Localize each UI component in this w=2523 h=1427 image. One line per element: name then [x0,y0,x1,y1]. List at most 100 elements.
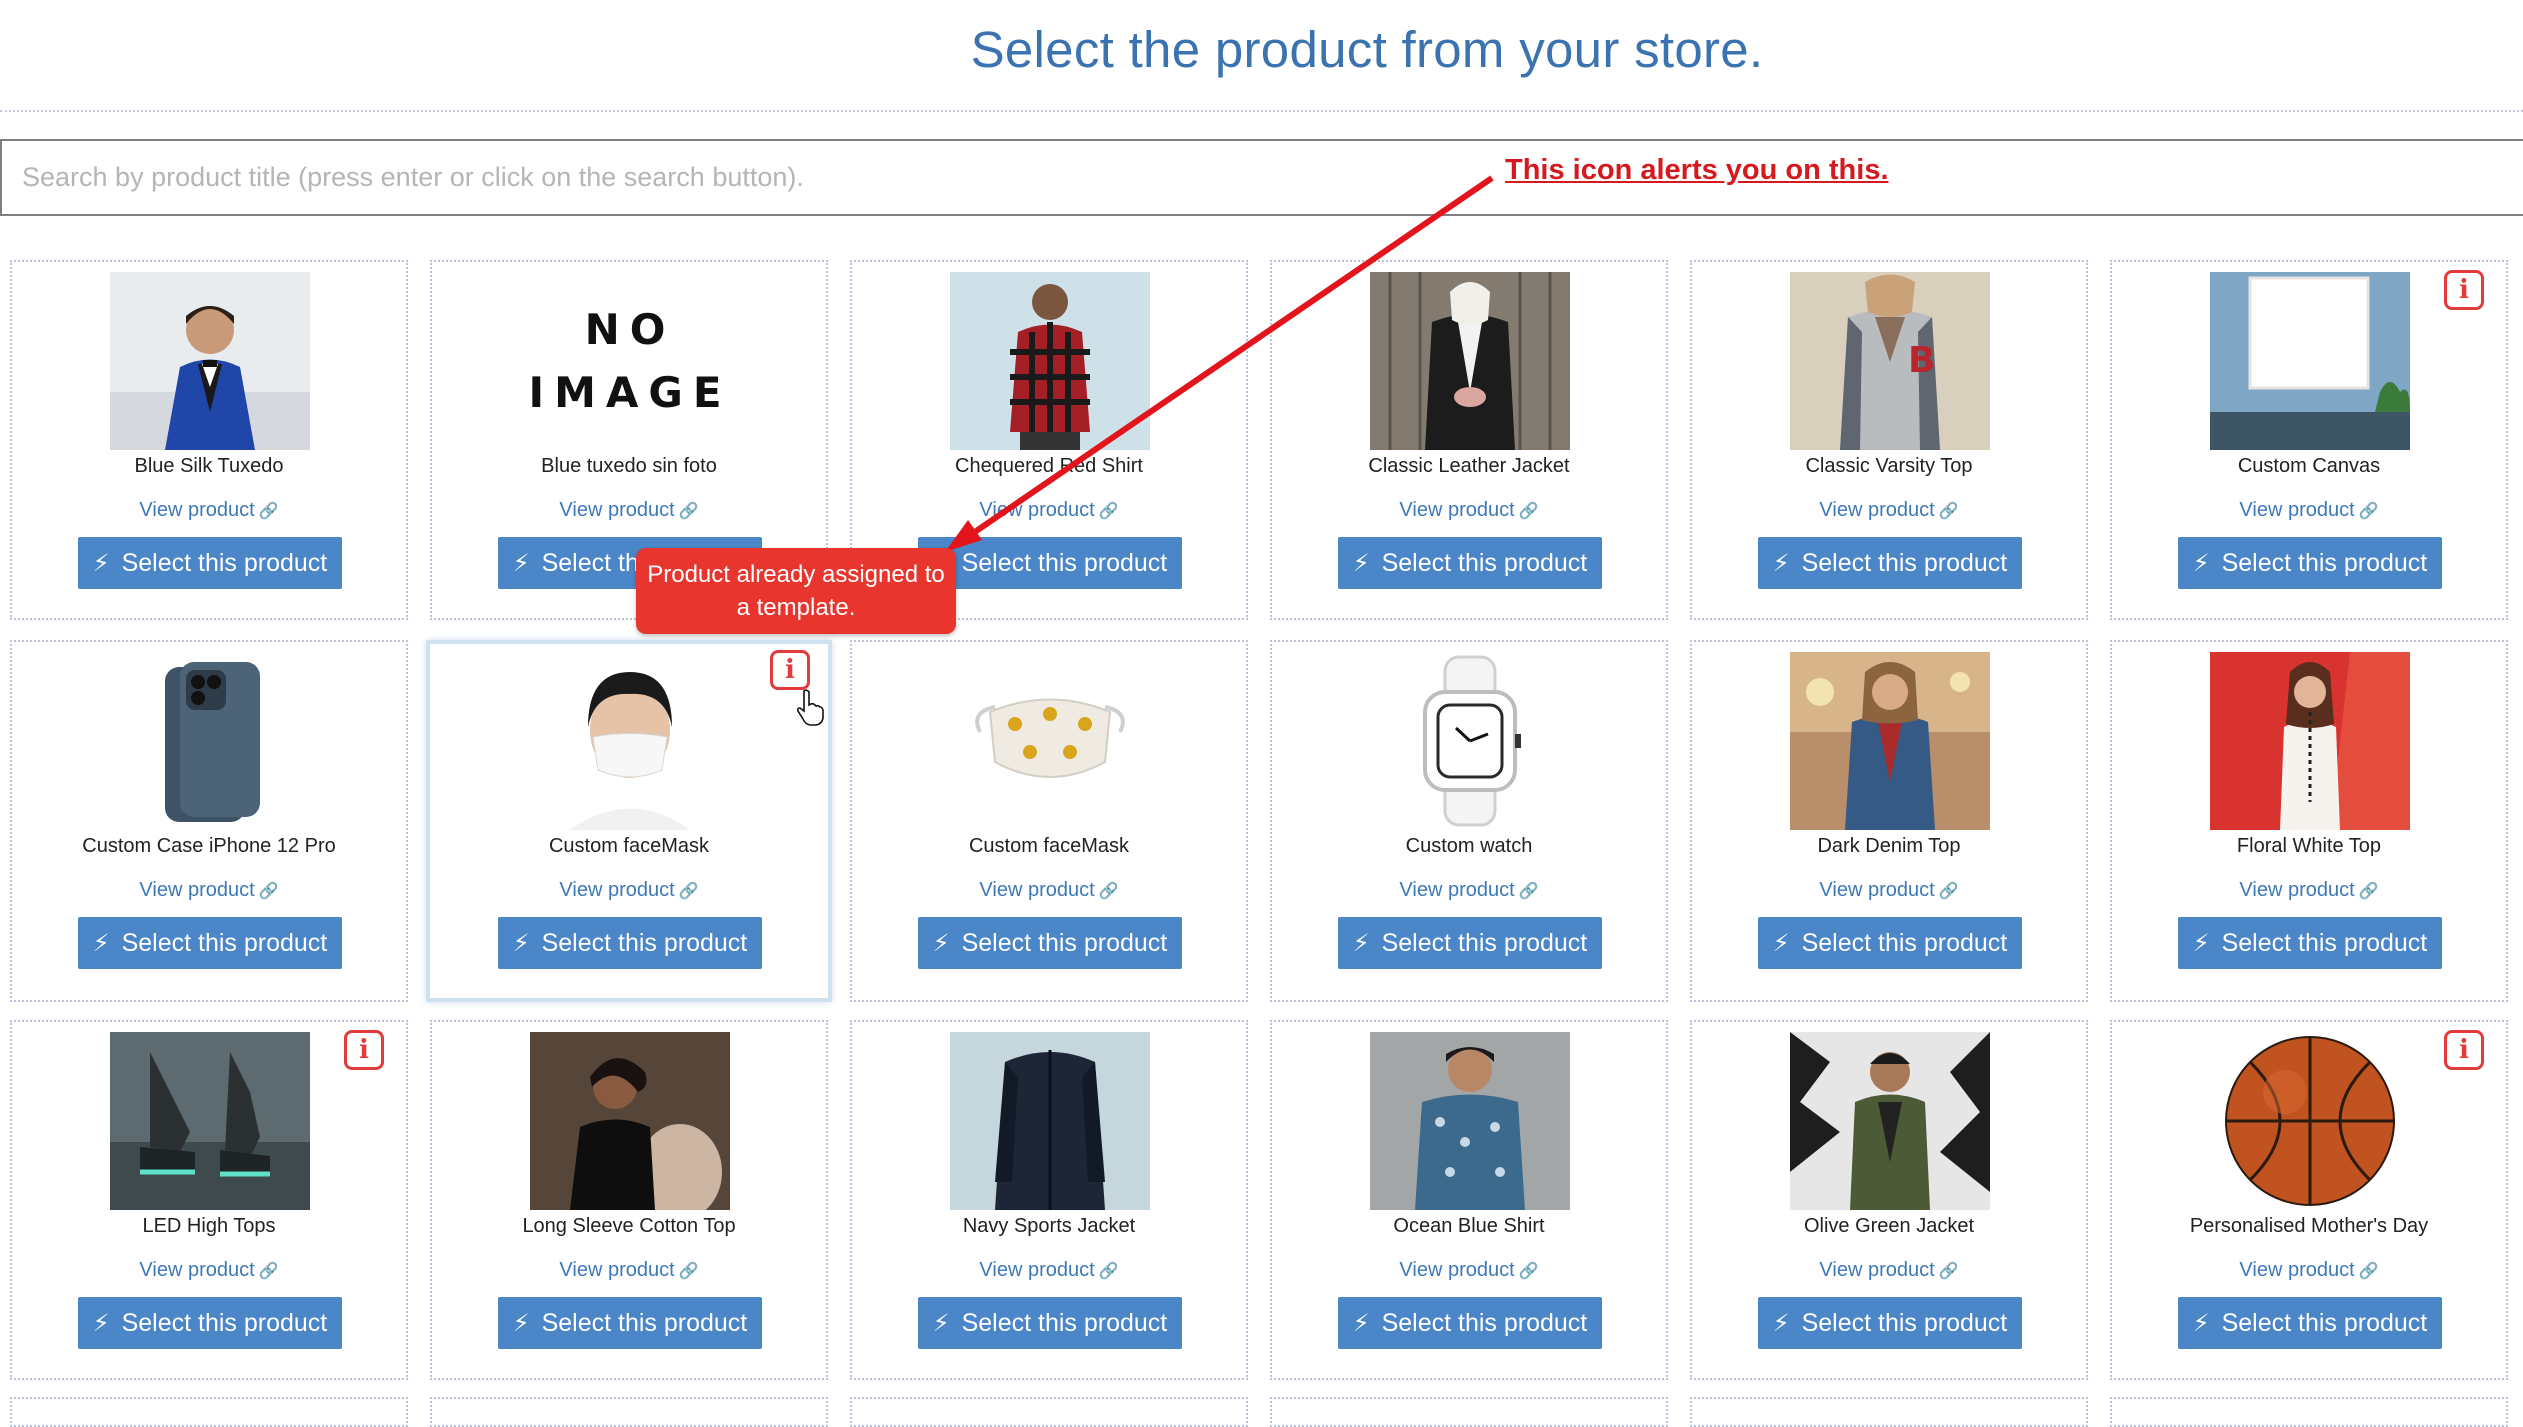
select-product-button[interactable]: ⚡Select this product [918,917,1182,969]
select-product-button[interactable]: ⚡ Select this product [498,1297,762,1349]
product-image [110,1032,310,1210]
view-product-label: View product [979,879,1095,901]
select-product-button[interactable]: ⚡Select this product [78,537,342,589]
product-image: B [1790,272,1990,450]
select-product-button[interactable]: ⚡Select this product [498,917,762,969]
view-product-link[interactable]: View product 🔗 [852,879,1246,902]
select-product-label: Select this product [541,1308,748,1337]
product-image [950,272,1150,450]
select-product-label: Select this product [961,1308,1168,1337]
view-product-link[interactable]: View product 🔗 [1272,879,1666,902]
product-image [2210,652,2410,830]
product-title: Custom Case iPhone 12 Pro [82,835,336,857]
select-product-button[interactable]: ⚡Select this product [2178,1297,2442,1349]
bolt-icon: ⚡ [512,1309,530,1337]
info-icon[interactable]: i [770,650,810,690]
view-product-link[interactable]: View product 🔗 [1272,1259,1666,1282]
view-product-link[interactable]: View product 🔗 [852,499,1246,522]
product-image [2210,1032,2410,1210]
select-product-button[interactable]: ⚡ Select this product [1758,537,2022,589]
view-product-label: View product [979,1259,1095,1281]
link-icon: 🔗 [258,503,279,520]
product-image [1370,1032,1570,1210]
view-product-label: View product [2239,879,2355,901]
product-card: Olive Green Jacket View product 🔗 ⚡ Select… [1690,1020,2088,1380]
bolt-icon: ⚡ [1352,549,1370,577]
product-card: Custom watch View product 🔗 ⚡ Select this … [1270,640,1668,1002]
view-product-label: View product [979,499,1095,521]
view-product-link[interactable]: View product 🔗 [2112,879,2506,902]
product-card [1270,1397,1668,1427]
view-product-label: View product [559,1259,675,1281]
bolt-icon: ⚡ [1352,929,1370,957]
view-product-link[interactable]: View product 🔗 [12,879,406,902]
product-title: Custom faceMask [968,835,1130,857]
product-image [110,272,310,450]
view-product-link[interactable]: View product 🔗 [1692,499,2086,522]
select-product-label: Select this product [121,1308,328,1337]
no-image-line-1: NO [585,305,676,354]
select-product-button[interactable]: ⚡ Select this product [2178,537,2442,589]
view-product-link[interactable]: View product 🔗 [2112,1259,2506,1282]
product-title: Navy Sports Jacket [962,1215,1136,1237]
select-product-button[interactable]: ⚡Select this product [1338,1297,1602,1349]
view-product-link[interactable]: View product 🔗 [432,499,826,522]
select-product-button[interactable]: ⚡Select this product [1758,1297,2022,1349]
product-title: Blue tuxedo sin foto [541,455,717,477]
select-product-button[interactable]: ⚡Select this product [1338,917,1602,969]
link-icon: 🔗 [678,503,699,520]
product-title: Classic Leather Jacket [1368,455,1570,477]
select-product-label: Select this product [1801,1308,2008,1337]
select-product-button[interactable]: ⚡Select this product [78,917,342,969]
select-product-button[interactable]: ⚡Select this product [918,537,1182,589]
product-card: i LED High Tops View product 🔗 ⚡ Select th… [10,1020,408,1380]
select-product-label: Select this product [2221,928,2428,957]
view-product-label: View product [1399,1259,1515,1281]
bolt-icon: ⚡ [92,549,110,577]
bolt-icon: ⚡ [932,929,950,957]
product-grid: Blue Silk Tuxedo View product 🔗 ⚡ Select t… [0,0,2523,1427]
product-card: Custom Case iPhone 12 Pro View product 🔗 … [10,640,408,1002]
product-card: Blue Silk Tuxedo View product 🔗 ⚡ Select t… [10,260,408,620]
product-title: Personalised Mother's Day [2189,1215,2429,1237]
info-icon[interactable]: i [2444,270,2484,310]
link-icon: 🔗 [2358,503,2379,520]
bolt-icon: ⚡ [1772,549,1790,577]
select-product-label: Select this product [2221,548,2428,577]
view-product-link[interactable]: View product 🔗 [432,1259,826,1282]
select-product-label: Select this product [2221,1308,2428,1337]
bolt-icon: ⚡ [2192,549,2210,577]
link-icon: 🔗 [1098,1263,1119,1280]
select-product-button[interactable]: ⚡Select this product [918,1297,1182,1349]
view-product-link[interactable]: View product 🔗 [12,1259,406,1282]
select-product-label: Select this product [541,928,748,957]
product-card: Ocean Blue Shirt View product 🔗 ⚡ Select t… [1270,1020,1668,1380]
select-product-button[interactable]: ⚡Select this product [1338,537,1602,589]
product-title: Blue Silk Tuxedo [134,455,284,477]
info-icon[interactable]: i [344,1030,384,1070]
pointer-cursor-icon [796,689,824,726]
view-product-link[interactable]: View product 🔗 [430,879,828,902]
view-product-link[interactable]: View product 🔗 [852,1259,1246,1282]
product-title: Ocean Blue Shirt [1393,1215,1545,1237]
select-product-button[interactable]: ⚡Select this product [78,1297,342,1349]
link-icon: 🔗 [1938,503,1959,520]
select-product-button[interactable]: ⚡Select this product [2178,917,2442,969]
link-icon: 🔗 [1518,1263,1539,1280]
product-card [2110,1397,2508,1427]
product-card: i Custom Canvas View product 🔗 ⚡ Select th… [2110,260,2508,620]
view-product-link[interactable]: View product 🔗 [1272,499,1666,522]
info-icon[interactable]: i [2444,1030,2484,1070]
product-image [1790,1032,1990,1210]
view-product-link[interactable]: View product 🔗 [1692,879,2086,902]
link-icon: 🔗 [258,883,279,900]
view-product-label: View product [139,499,255,521]
view-product-label: View product [1819,879,1935,901]
product-title: Floral White Top [2236,835,2382,857]
select-product-button[interactable]: ⚡Select this product [1758,917,2022,969]
select-product-label: Select this product [1801,548,2008,577]
link-icon: 🔗 [678,1263,699,1280]
view-product-link[interactable]: View product 🔗 [12,499,406,522]
view-product-link[interactable]: View product 🔗 [2112,499,2506,522]
view-product-link[interactable]: View product 🔗 [1692,1259,2086,1282]
